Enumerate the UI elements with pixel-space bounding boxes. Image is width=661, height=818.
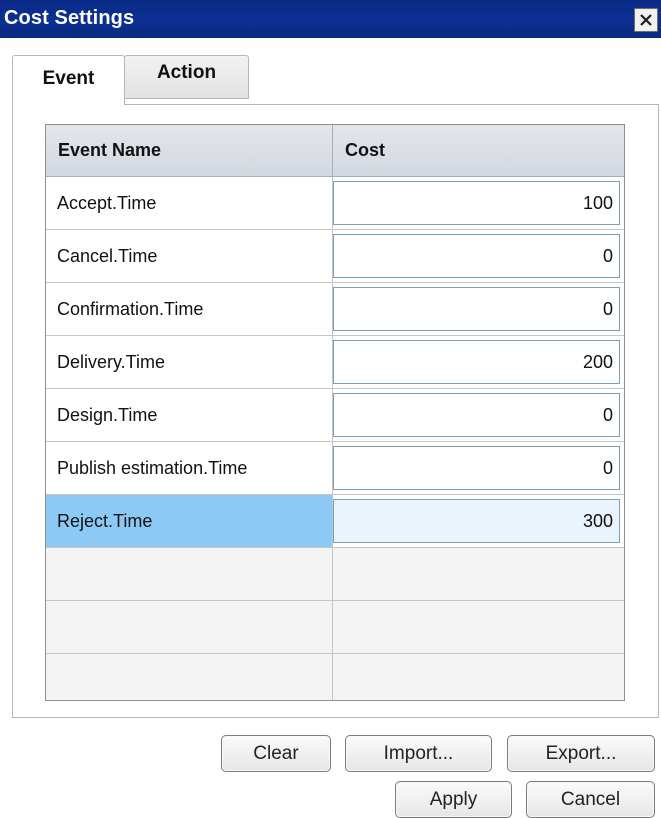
cost-input[interactable]: 0 <box>333 234 620 278</box>
empty-cell <box>46 548 333 600</box>
cost-input[interactable]: 300 <box>333 499 620 543</box>
event-name-cell: Publish estimation.Time <box>46 442 333 494</box>
cost-input[interactable]: 0 <box>333 287 620 331</box>
import-button[interactable]: Import... <box>345 735 492 772</box>
cost-input[interactable]: 0 <box>333 393 620 437</box>
cancel-button[interactable]: Cancel <box>526 781 655 818</box>
empty-table-row <box>46 548 624 601</box>
cost-input[interactable]: 200 <box>333 340 620 384</box>
event-name-cell: Confirmation.Time <box>46 283 333 335</box>
empty-cell <box>46 654 333 700</box>
column-header-event-name[interactable]: Event Name <box>46 125 333 176</box>
table-row[interactable]: Delivery.Time 200 <box>46 336 624 389</box>
column-header-cost[interactable]: Cost <box>333 125 624 176</box>
tab-event[interactable]: Event <box>12 55 125 105</box>
event-name-cell: Reject.Time <box>46 495 333 547</box>
table-header: Event Name Cost <box>46 125 624 177</box>
event-name-cell: Cancel.Time <box>46 230 333 282</box>
event-name-cell: Delivery.Time <box>46 336 333 388</box>
table-row[interactable]: Confirmation.Time 0 <box>46 283 624 336</box>
window-title: Cost Settings <box>4 7 135 29</box>
title-bar: Cost Settings <box>0 0 661 38</box>
empty-cell <box>46 601 333 653</box>
cost-table: Event Name Cost Accept.Time 100 Cancel.T… <box>45 124 625 701</box>
empty-table-row <box>46 601 624 654</box>
close-icon <box>640 14 652 26</box>
tab-event-label: Event <box>42 67 95 89</box>
apply-button[interactable]: Apply <box>395 781 512 818</box>
event-name-cell: Accept.Time <box>46 177 333 229</box>
close-button[interactable] <box>634 8 658 32</box>
table-row[interactable]: Cancel.Time 0 <box>46 230 624 283</box>
table-row[interactable]: Publish estimation.Time 0 <box>46 442 624 495</box>
table-row[interactable]: Design.Time 0 <box>46 389 624 442</box>
table-row-selected[interactable]: Reject.Time 300 <box>46 495 624 548</box>
cost-input[interactable]: 0 <box>333 446 620 490</box>
event-name-cell: Design.Time <box>46 389 333 441</box>
cost-input[interactable]: 100 <box>333 181 620 225</box>
tab-action[interactable]: Action <box>124 55 249 99</box>
tab-action-label: Action <box>156 62 217 83</box>
clear-button[interactable]: Clear <box>221 735 331 772</box>
empty-table-row <box>46 654 624 700</box>
export-button[interactable]: Export... <box>507 735 655 772</box>
table-row[interactable]: Accept.Time 100 <box>46 177 624 230</box>
